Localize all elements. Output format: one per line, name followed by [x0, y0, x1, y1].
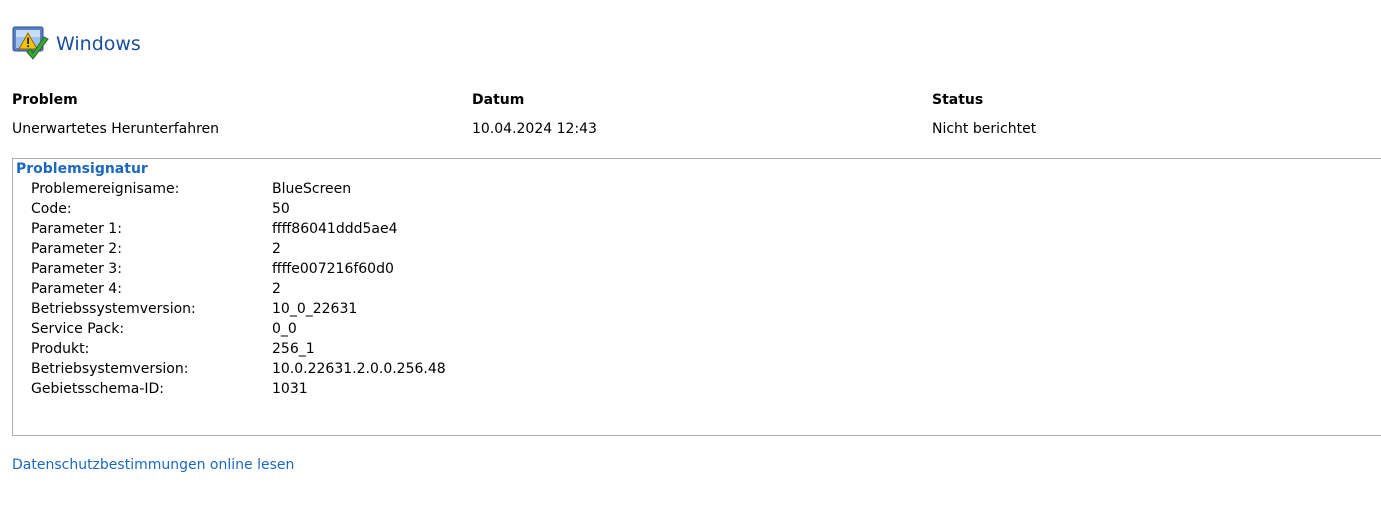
privacy-policy-link[interactable]: Datenschutzbestimmungen online lesen	[12, 457, 294, 473]
problem-details-page: Windows Problem Datum Status Unerwartete…	[0, 0, 1381, 521]
problem-column-header: Problem	[12, 92, 78, 108]
date-value: 10.04.2024 12:43	[472, 121, 597, 137]
date-column-header: Datum	[472, 92, 525, 108]
signature-value: 1031	[272, 381, 308, 397]
status-value: Nicht berichtet	[932, 121, 1037, 137]
signature-label: Code:	[31, 201, 72, 217]
signature-row: Code: 50	[31, 201, 446, 221]
signature-value: 50	[272, 201, 290, 217]
signature-label: Betriebsystemversion:	[31, 361, 189, 377]
signature-value: 2	[272, 241, 281, 257]
signature-label: Parameter 1:	[31, 221, 122, 237]
problem-signature-list: Problemereignisame: BlueScreen Code: 50 …	[31, 181, 446, 401]
signature-label: Gebietsschema-ID:	[31, 381, 165, 397]
signature-label: Betriebssystemversion:	[31, 301, 196, 317]
app-title: Windows	[56, 33, 141, 55]
signature-value: 2	[272, 281, 281, 297]
status-column-header: Status	[932, 92, 984, 108]
signature-value: ffffe007216f60d0	[272, 261, 394, 277]
signature-row: Service Pack: 0_0	[31, 321, 446, 341]
signature-row: Betriebssystemversion: 10_0_22631	[31, 301, 446, 321]
signature-row: Produkt: 256_1	[31, 341, 446, 361]
signature-row: Parameter 3: ffffe007216f60d0	[31, 261, 446, 281]
signature-row: Parameter 4: 2	[31, 281, 446, 301]
signature-label: Parameter 4:	[31, 281, 122, 297]
signature-value: 10_0_22631	[272, 301, 358, 317]
signature-row: Parameter 2: 2	[31, 241, 446, 261]
signature-row: Gebietsschema-ID: 1031	[31, 381, 446, 401]
signature-value: BlueScreen	[272, 181, 352, 197]
signature-value: 10.0.22631.2.0.0.256.48	[272, 361, 446, 377]
signature-row: Problemereignisame: BlueScreen	[31, 181, 446, 201]
signature-label: Produkt:	[31, 341, 90, 357]
signature-row: Parameter 1: ffff86041ddd5ae4	[31, 221, 446, 241]
signature-label: Problemereignisame:	[31, 181, 180, 197]
problem-signature-box: Problemsignatur Problemereignisame: Blue…	[12, 158, 1381, 436]
signature-label: Service Pack:	[31, 321, 125, 337]
signature-value: 256_1	[272, 341, 315, 357]
problem-signature-title: Problemsignatur	[16, 161, 148, 177]
windows-security-warning-icon	[10, 24, 52, 64]
signature-value: ffff86041ddd5ae4	[272, 221, 398, 237]
signature-value: 0_0	[272, 321, 297, 337]
signature-row: Betriebsystemversion: 10.0.22631.2.0.0.2…	[31, 361, 446, 381]
problem-value: Unerwartetes Herunterfahren	[12, 121, 220, 137]
signature-label: Parameter 2:	[31, 241, 122, 257]
signature-label: Parameter 3:	[31, 261, 122, 277]
header: Windows	[10, 24, 141, 64]
